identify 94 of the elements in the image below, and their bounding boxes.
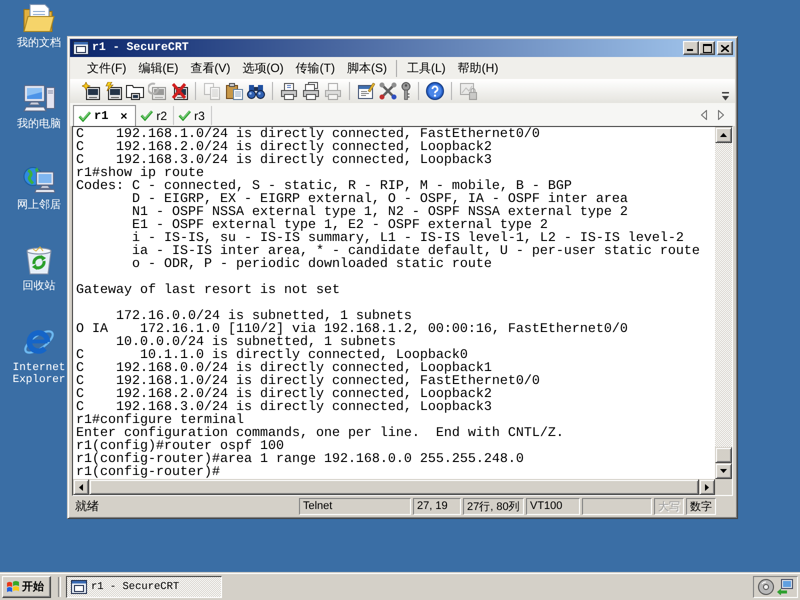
up-arrow-icon: [720, 133, 727, 137]
desktop-icon-label[interactable]: Internet Explorer: [9, 362, 69, 386]
terminal-line: Gateway of last resort is not set: [76, 284, 340, 297]
menu-item[interactable]: 工具(L): [400, 58, 452, 78]
recycle-bin-icon[interactable]: [26, 246, 52, 275]
terminal-line: r1(config-router)#: [76, 466, 220, 479]
desktop-icon-label[interactable]: 网上邻居: [17, 200, 61, 212]
paste-icon[interactable]: [225, 82, 243, 100]
scroll-right-button[interactable]: [699, 479, 715, 495]
key-icon[interactable]: [401, 82, 411, 100]
menu-item[interactable]: 帮助(H): [452, 58, 504, 78]
desktop-icon-label[interactable]: 我的电脑: [17, 119, 61, 131]
tab[interactable]: r3: [174, 106, 212, 125]
window-title: r1 - SecureCRT: [92, 41, 189, 55]
menu-item[interactable]: 查看(V): [184, 58, 236, 78]
terminal-line: E1 - OSPF external type 1, E2 - OSPF external type 2: [130, 219, 548, 232]
desktop-icon-label[interactable]: 我的文档: [17, 38, 61, 50]
desktop-icon-label[interactable]: 回收站: [22, 281, 56, 293]
menu-item[interactable]: 编辑(E): [132, 58, 184, 78]
terminal-line: N1 - OSPF NSSA external type 1, N2 - OSPF NSSA external type 2: [130, 206, 628, 219]
crossed-tools-icon[interactable]: [379, 82, 397, 100]
terminal-line: O IA 172.16.1.0 [110/2] via 192.168.1.2, 00:00:16, FastEthernet0/0: [76, 323, 628, 336]
terminal-line: C 192.168.3.0/24 is directly connected, Loopback3: [76, 401, 492, 414]
terminal-star-icon[interactable]: [82, 82, 100, 100]
terminal-line: Codes: C - connected, S - static, R - RIP, M - mobile, B - BGP: [76, 180, 572, 193]
menu-item[interactable]: 传输(T): [290, 58, 341, 78]
terminal-line: C 192.168.0.0/24 is directly connected, Loopback1: [76, 362, 492, 375]
disc-icon[interactable]: [758, 579, 774, 595]
status-panel: 27, 19: [413, 498, 461, 514]
terminal-line: r1#configure terminal: [76, 414, 244, 427]
scroll-left-button[interactable]: [73, 479, 89, 495]
folder-icon[interactable]: [23, 4, 55, 32]
start-button[interactable]: 开始: [2, 576, 51, 598]
right-arrow-icon: [705, 484, 709, 490]
left-triangle-icon[interactable]: [701, 110, 707, 120]
globe-computer-icon[interactable]: [23, 166, 55, 192]
terminal-line: i - IS-IS, su - IS-IS summary, L1 - IS-IS level-1, L2 - IS-IS level-2: [130, 232, 684, 245]
scrollbar-thumb[interactable]: [89, 479, 699, 495]
terminal-line: 10.0.0.0/24 is subnetted, 1 subnets: [114, 336, 396, 349]
status-panel: VT100: [526, 498, 580, 514]
terminal-line: ia - IS-IS inter area, * - candidate default, U - per-user static route: [130, 245, 700, 258]
terminal-line: r1(config-router)#area 1 range 192.168.0.0 255.255.248.0: [76, 453, 524, 466]
minimize-button[interactable]: [683, 41, 699, 55]
terminal-line: C 192.168.1.0/24 is directly connected, FastEthernet0/0: [76, 128, 540, 141]
chevron-down-icon[interactable]: [722, 92, 729, 101]
terminal-line: r1(config)#router ospf 100: [76, 440, 284, 453]
terminal-screen[interactable]: [73, 127, 715, 479]
terminal-bolt-icon[interactable]: [104, 82, 122, 100]
terminal-line: C 192.168.3.0/24 is directly connected, Loopback3: [76, 154, 492, 167]
printer-page-icon[interactable]: [280, 82, 298, 100]
status-panel: [582, 498, 652, 514]
e-logo-icon[interactable]: [24, 328, 54, 354]
minimize-icon: [687, 49, 693, 51]
scroll-down-button[interactable]: [715, 463, 732, 479]
printer-pages-icon[interactable]: [302, 82, 320, 100]
tab[interactable]: r2: [136, 106, 174, 125]
menu-item[interactable]: 脚本(S): [340, 58, 393, 78]
taskbar-button[interactable]: r1 - SecureCRT: [66, 576, 222, 598]
terminal-line: Enter configuration commands, one per line. End with CNTL/Z.: [76, 427, 564, 440]
status-panel: 27行, 80列: [463, 498, 524, 514]
left-arrow-icon: [79, 484, 83, 490]
flag-icon: [6, 581, 20, 593]
close-button[interactable]: [717, 41, 733, 55]
terminal-line: o - ODR, P - periodic downloaded static route: [130, 258, 492, 271]
menu-item[interactable]: 文件(F): [81, 58, 132, 78]
terminal-line: C 192.168.2.0/24 is directly connected, Loopback2: [76, 141, 492, 154]
properties-sheet-icon[interactable]: [357, 82, 375, 100]
terminal-line: C 192.168.2.0/24 is directly connected, Loopback2: [76, 388, 492, 401]
status-message: 就绪: [74, 498, 99, 514]
scrollbar-thumb[interactable]: [715, 447, 732, 463]
computer-icon[interactable]: [23, 85, 55, 112]
terminal-line: r1#show ip route: [76, 167, 204, 180]
terminal-line: C 192.168.1.0/24 is directly connected, FastEthernet0/0: [76, 375, 540, 388]
tab[interactable]: r1 ×: [73, 105, 136, 126]
maximize-icon: [702, 44, 712, 52]
help-icon[interactable]: [426, 82, 444, 100]
terminal-cross-icon[interactable]: [170, 82, 188, 100]
tab-close-button[interactable]: ×: [118, 109, 130, 123]
window-icon: [71, 580, 87, 594]
menu-item[interactable]: 选项(O): [236, 58, 290, 78]
close-icon: [721, 44, 729, 52]
scroll-up-button[interactable]: [715, 127, 732, 143]
status-indicator: 数字: [686, 498, 716, 514]
window-icon: [73, 41, 89, 55]
terminal-line: 172.16.0.0/24 is subnetted, 1 subnets: [114, 310, 412, 323]
maximize-button[interactable]: [699, 41, 715, 55]
right-triangle-icon[interactable]: [718, 110, 724, 120]
folder-terminal-icon[interactable]: [126, 82, 144, 100]
binoculars-icon[interactable]: [247, 84, 265, 98]
terminal-line: D - EIGRP, EX - EIGRP external, O - OSPF, IA - OSPF inter area: [130, 193, 628, 206]
down-arrow-icon: [720, 469, 727, 473]
terminal-line: C 10.1.1.0 is directly connected, Loopback0: [76, 349, 468, 362]
network-monitor-icon[interactable]: [777, 579, 793, 595]
status-panel: Telnet: [299, 498, 411, 514]
